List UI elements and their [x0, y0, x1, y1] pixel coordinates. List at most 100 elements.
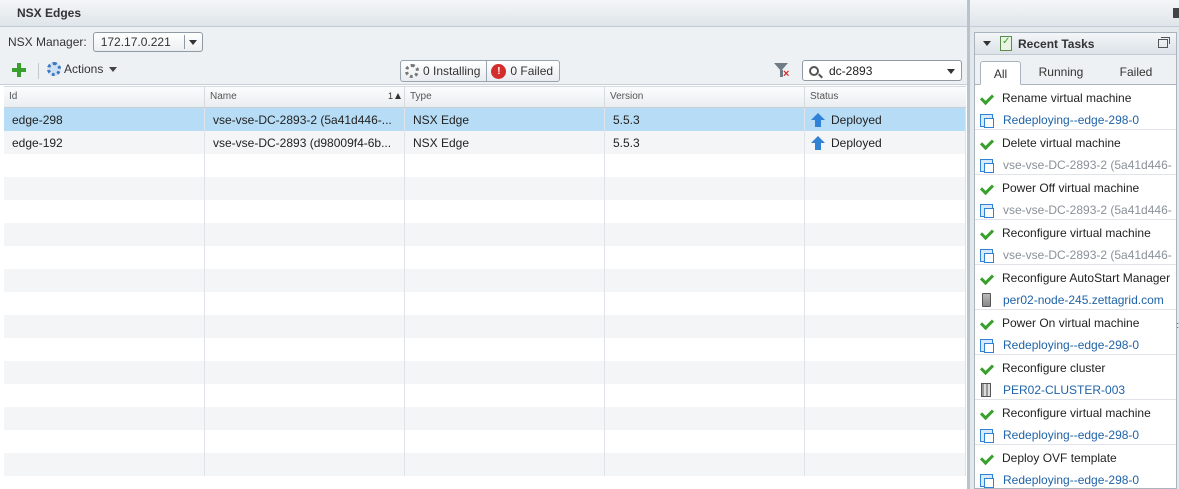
recent-tasks-header: Recent Tasks — [975, 33, 1176, 55]
column-header-name-label: Name — [210, 91, 237, 102]
recent-tasks-panel: Recent Tasks All Running Failed Rename v… — [974, 32, 1177, 489]
installing-button[interactable]: 0 Installing — [401, 61, 486, 81]
clear-x: × — [783, 68, 790, 80]
filter-search[interactable] — [802, 60, 962, 81]
empty-table-row — [4, 200, 966, 223]
failed-label: 0 Failed — [510, 64, 554, 78]
select-divider — [183, 35, 185, 49]
empty-table-row — [4, 430, 966, 453]
empty-cell — [805, 384, 966, 407]
column-header-name[interactable]: Name 1 — [205, 87, 405, 107]
column-header-status[interactable]: Status — [805, 87, 966, 107]
success-check-icon — [980, 407, 992, 419]
task-target-line: Redeploying--edge-298-0 — [980, 111, 1176, 129]
chevron-down-icon[interactable] — [947, 69, 955, 74]
empty-cell — [4, 453, 205, 476]
cell-version: 5.5.3 — [605, 108, 805, 131]
nsx-manager-select[interactable]: 172.17.0.221 — [92, 32, 203, 52]
recent-tasks-title: Recent Tasks — [1018, 36, 1095, 51]
tab-all[interactable]: All — [980, 61, 1021, 85]
empty-cell — [805, 223, 966, 246]
manager-row: NSX Manager: 172.17.0.221 — [0, 27, 967, 57]
task-target-link[interactable]: PER02-CLUSTER-003 — [1003, 383, 1125, 397]
empty-cell — [405, 177, 605, 200]
chevron-down-icon[interactable] — [188, 40, 197, 45]
cell-version: 5.5.3 — [605, 131, 805, 154]
task-item: Power On virtual machine Redeploying--edg… — [975, 310, 1176, 355]
failed-button[interactable]: ! 0 Failed — [486, 61, 559, 81]
empty-cell — [205, 361, 405, 384]
toolbar-divider — [38, 63, 39, 79]
spinner-icon — [405, 64, 419, 78]
column-header-id[interactable]: Id — [4, 87, 205, 107]
task-clipboard-icon — [1000, 36, 1012, 51]
chevron-down-icon — [109, 66, 118, 72]
task-target-line: Redeploying--edge-298-0 — [980, 336, 1176, 354]
empty-cell — [4, 223, 205, 246]
tab-running[interactable]: Running — [1021, 60, 1101, 84]
empty-cell — [405, 246, 605, 269]
empty-cell — [605, 315, 805, 338]
empty-table-row — [4, 315, 966, 338]
task-name: Power On virtual machine — [1002, 316, 1140, 330]
grid-body: edge-298 vse-vse-DC-2893-2 (5a41d446-... N… — [4, 108, 966, 476]
empty-cell — [205, 269, 405, 292]
right-sidebar: Recent Tasks All Running Failed Rename v… — [968, 0, 1179, 489]
empty-cell — [405, 315, 605, 338]
task-name: Delete virtual machine — [1002, 136, 1121, 150]
column-header-type[interactable]: Type — [405, 87, 605, 107]
success-check-icon — [980, 227, 992, 239]
task-target-link[interactable]: Redeploying--edge-298-0 — [1003, 428, 1139, 442]
search-input[interactable] — [829, 63, 939, 78]
table-row[interactable]: edge-192 vse-vse-DC-2893 (d98009f4-6b... N… — [4, 131, 966, 154]
empty-cell — [405, 292, 605, 315]
collapse-icon[interactable] — [983, 41, 991, 46]
clear-filter-icon[interactable]: × — [774, 63, 790, 80]
empty-cell — [605, 384, 805, 407]
task-target-line: per02-node-245.zettagrid.com — [980, 291, 1176, 309]
empty-cell — [805, 361, 966, 384]
toolbar: Actions 0 Installing ! 0 Failed × — [0, 57, 967, 85]
task-target-link[interactable]: Redeploying--edge-298-0 — [1003, 473, 1139, 487]
success-check-icon — [980, 317, 992, 329]
empty-cell — [805, 453, 966, 476]
empty-cell — [405, 384, 605, 407]
task-target-link[interactable]: Redeploying--edge-298-0 — [1003, 338, 1139, 352]
tasks-tab-bar: All Running Failed — [975, 55, 1176, 85]
task-status-line: Deploy OVF template — [980, 449, 1176, 467]
task-item: Power Off virtual machine vse-vse-DC-2893… — [975, 175, 1176, 220]
task-status-line: Delete virtual machine — [980, 134, 1176, 152]
empty-cell — [4, 407, 205, 430]
empty-cell — [205, 200, 405, 223]
empty-cell — [805, 246, 966, 269]
empty-cell — [4, 384, 205, 407]
task-item: Reconfigure virtual machine vse-vse-DC-28… — [975, 220, 1176, 265]
table-row[interactable]: edge-298 vse-vse-DC-2893-2 (5a41d446-... N… — [4, 108, 966, 131]
empty-cell — [205, 292, 405, 315]
empty-cell — [605, 177, 805, 200]
empty-cell — [4, 338, 205, 361]
add-icon[interactable] — [12, 63, 26, 77]
deployed-arrow-icon — [811, 136, 825, 150]
empty-cell — [4, 269, 205, 292]
vm-icon — [980, 203, 994, 218]
task-target-link[interactable]: Redeploying--edge-298-0 — [1003, 113, 1139, 127]
empty-cell — [405, 407, 605, 430]
pin-icon[interactable] — [1173, 8, 1179, 18]
empty-cell — [805, 338, 966, 361]
empty-cell — [205, 407, 405, 430]
task-target-link: vse-vse-DC-2893-2 (5a41d446- — [1003, 203, 1172, 217]
empty-cell — [4, 246, 205, 269]
actions-button[interactable]: Actions — [47, 62, 118, 76]
task-name: Reconfigure virtual machine — [1002, 226, 1151, 240]
cell-type: NSX Edge — [405, 108, 605, 131]
empty-cell — [4, 361, 205, 384]
restore-window-icon[interactable] — [1158, 37, 1170, 48]
column-header-version[interactable]: Version — [605, 87, 805, 107]
empty-cell — [405, 154, 605, 177]
tab-failed[interactable]: Failed — [1101, 60, 1171, 84]
cell-name: vse-vse-DC-2893 (d98009f4-6b... — [205, 131, 405, 154]
empty-cell — [205, 177, 405, 200]
empty-cell — [605, 338, 805, 361]
task-target-link[interactable]: per02-node-245.zettagrid.com — [1003, 293, 1164, 307]
